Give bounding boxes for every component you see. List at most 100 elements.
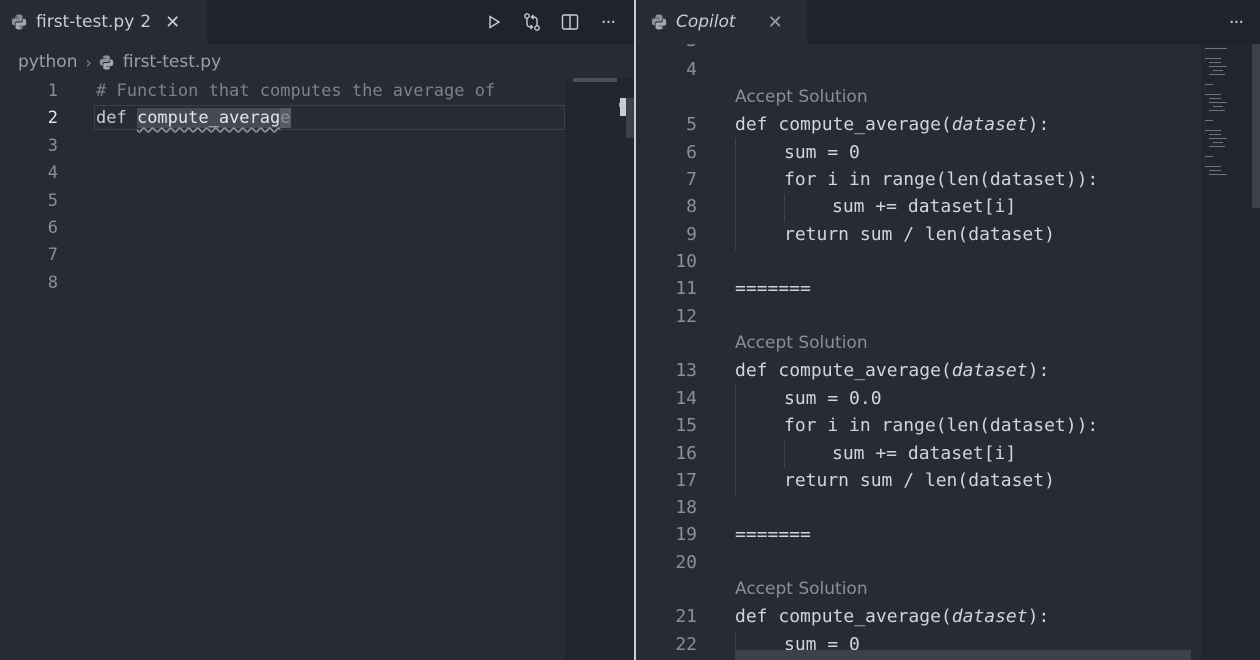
editor-actions: ··· <box>1226 0 1246 44</box>
copilot-solutions-view[interactable]: 3 4 Accept Solution 5 def compute_averag… <box>636 44 1201 660</box>
minimap-line <box>1205 156 1213 157</box>
line-number: 7 <box>686 169 697 190</box>
minimap-line <box>1209 102 1227 103</box>
line-number: 6 <box>686 142 697 163</box>
line-number: 22 <box>675 634 697 655</box>
code-line-current: 2 def compute_average <box>0 105 565 132</box>
code-text: for i in range(len(dataset)): <box>784 169 1099 190</box>
minimap-line <box>1205 48 1227 49</box>
line-number: 9 <box>686 224 697 245</box>
line-number: 17 <box>675 470 697 491</box>
code-line: 13 def compute_average(dataset): <box>636 357 1201 385</box>
accept-solution-link[interactable]: Accept Solution <box>735 330 868 356</box>
code-line: 19 ======= <box>636 521 1201 549</box>
tab-copilot[interactable]: Copilot ✕ <box>636 0 807 44</box>
line-number: 21 <box>675 606 697 627</box>
split-editor-button[interactable] <box>560 12 580 32</box>
copilot-editor-group: Copilot ✕ ··· 3 4 Accept Solution 5 def … <box>636 0 1260 660</box>
python-icon <box>99 54 114 70</box>
code-line: 7 <box>0 242 565 269</box>
vertical-scrollbar[interactable] <box>1252 44 1260 208</box>
ellipsis-icon: ··· <box>600 11 616 33</box>
comment-text: # Function that computes the average of <box>96 81 496 101</box>
accept-solution-link[interactable]: Accept Solution <box>735 576 868 602</box>
function-def: def compute_average(dataset): <box>735 603 1049 631</box>
code-line: 4 <box>0 160 565 187</box>
minimap-line <box>1209 146 1225 147</box>
line-number: 13 <box>675 360 697 381</box>
line-number: 11 <box>675 278 697 299</box>
code-line: 5 def compute_average(dataset): <box>636 111 1201 139</box>
close-icon[interactable]: ✕ <box>165 12 180 33</box>
breadcrumb-file[interactable]: first-test.py <box>123 52 221 72</box>
def-keyword: def <box>735 360 779 381</box>
minimap-line <box>1213 70 1223 71</box>
tab-first-test-py[interactable]: first-test.py 2 ✕ <box>0 0 207 44</box>
code-editor[interactable]: 1 # Function that computes the average o… <box>0 78 565 660</box>
line-number: 19 <box>675 524 697 545</box>
minimap-line <box>1209 110 1225 111</box>
code-text: sum = 0.0 <box>784 388 882 409</box>
line-number: 1 <box>47 81 58 101</box>
code-text: def compute_average <box>96 105 291 132</box>
line-number: 7 <box>47 245 58 265</box>
code-text: sum = 0 <box>784 142 860 163</box>
line-number: 18 <box>675 497 697 518</box>
line-number: 5 <box>686 114 697 135</box>
right-tab-bar: Copilot ✕ ··· <box>636 0 1260 44</box>
more-actions-button[interactable]: ··· <box>598 11 618 33</box>
minimap[interactable] <box>565 78 634 660</box>
code-line: 12 <box>636 303 1201 331</box>
minimap-line <box>1213 142 1223 143</box>
code-line: 4 <box>636 56 1201 84</box>
minimap-line <box>1205 166 1221 167</box>
problems-badge: 2 <box>140 12 152 32</box>
code-line: 18 <box>636 494 1201 522</box>
line-number: 20 <box>675 552 697 573</box>
git-compare-icon <box>524 13 540 31</box>
line-number: 15 <box>675 415 697 436</box>
minimap-line <box>1209 74 1225 75</box>
code-text: return sum / len(dataset) <box>784 470 1055 491</box>
horizontal-scrollbar[interactable] <box>735 650 1191 660</box>
code-line: 6 sum = 0 <box>636 139 1201 167</box>
code-line: 21 def compute_average(dataset): <box>636 603 1201 631</box>
scrollbar-cursor-marker <box>620 98 626 116</box>
more-actions-button[interactable]: ··· <box>1226 12 1246 33</box>
parameter: dataset <box>951 606 1028 627</box>
def-close: ): <box>1027 606 1050 627</box>
function-def: def compute_average(dataset): <box>735 357 1049 385</box>
breadcrumb-folder[interactable]: python <box>18 52 77 72</box>
minimap-slider[interactable] <box>573 78 617 82</box>
line-number: 5 <box>47 191 58 211</box>
line-number: 10 <box>675 251 697 272</box>
solution-separator: ======= <box>735 524 811 545</box>
solution-separator: ======= <box>735 278 811 299</box>
code-line: 5 <box>0 188 565 215</box>
close-icon[interactable]: ✕ <box>768 12 783 33</box>
function-def: def compute_average(dataset): <box>735 111 1049 139</box>
play-icon <box>489 15 501 29</box>
def-close: ): <box>1027 114 1050 135</box>
line-number: 8 <box>47 273 58 293</box>
function-name: compute_average( <box>778 606 952 627</box>
editor-actions: ··· <box>484 0 618 44</box>
line-number: 4 <box>47 163 58 183</box>
tab-title: Copilot <box>676 12 736 32</box>
source-control-compare-button[interactable] <box>522 12 542 32</box>
breadcrumb: python › first-test.py <box>18 48 221 76</box>
minimap-line <box>1209 62 1221 63</box>
code-text: for i in range(len(dataset)): <box>784 415 1099 436</box>
accept-solution-link[interactable]: Accept Solution <box>735 84 868 110</box>
split-editor-icon <box>561 14 579 30</box>
selected-text: compute_averag <box>136 108 281 128</box>
tab-filename: first-test.py <box>36 12 135 32</box>
run-button[interactable] <box>484 12 504 32</box>
minimap-line <box>1209 66 1227 67</box>
line-number: 4 <box>686 59 697 80</box>
vertical-scrollbar[interactable] <box>626 98 634 138</box>
minimap-line <box>1205 130 1221 131</box>
code-line: 9 return sum / len(dataset) <box>636 221 1201 249</box>
code-line: 3 <box>0 133 565 160</box>
line-number: 3 <box>636 44 697 55</box>
